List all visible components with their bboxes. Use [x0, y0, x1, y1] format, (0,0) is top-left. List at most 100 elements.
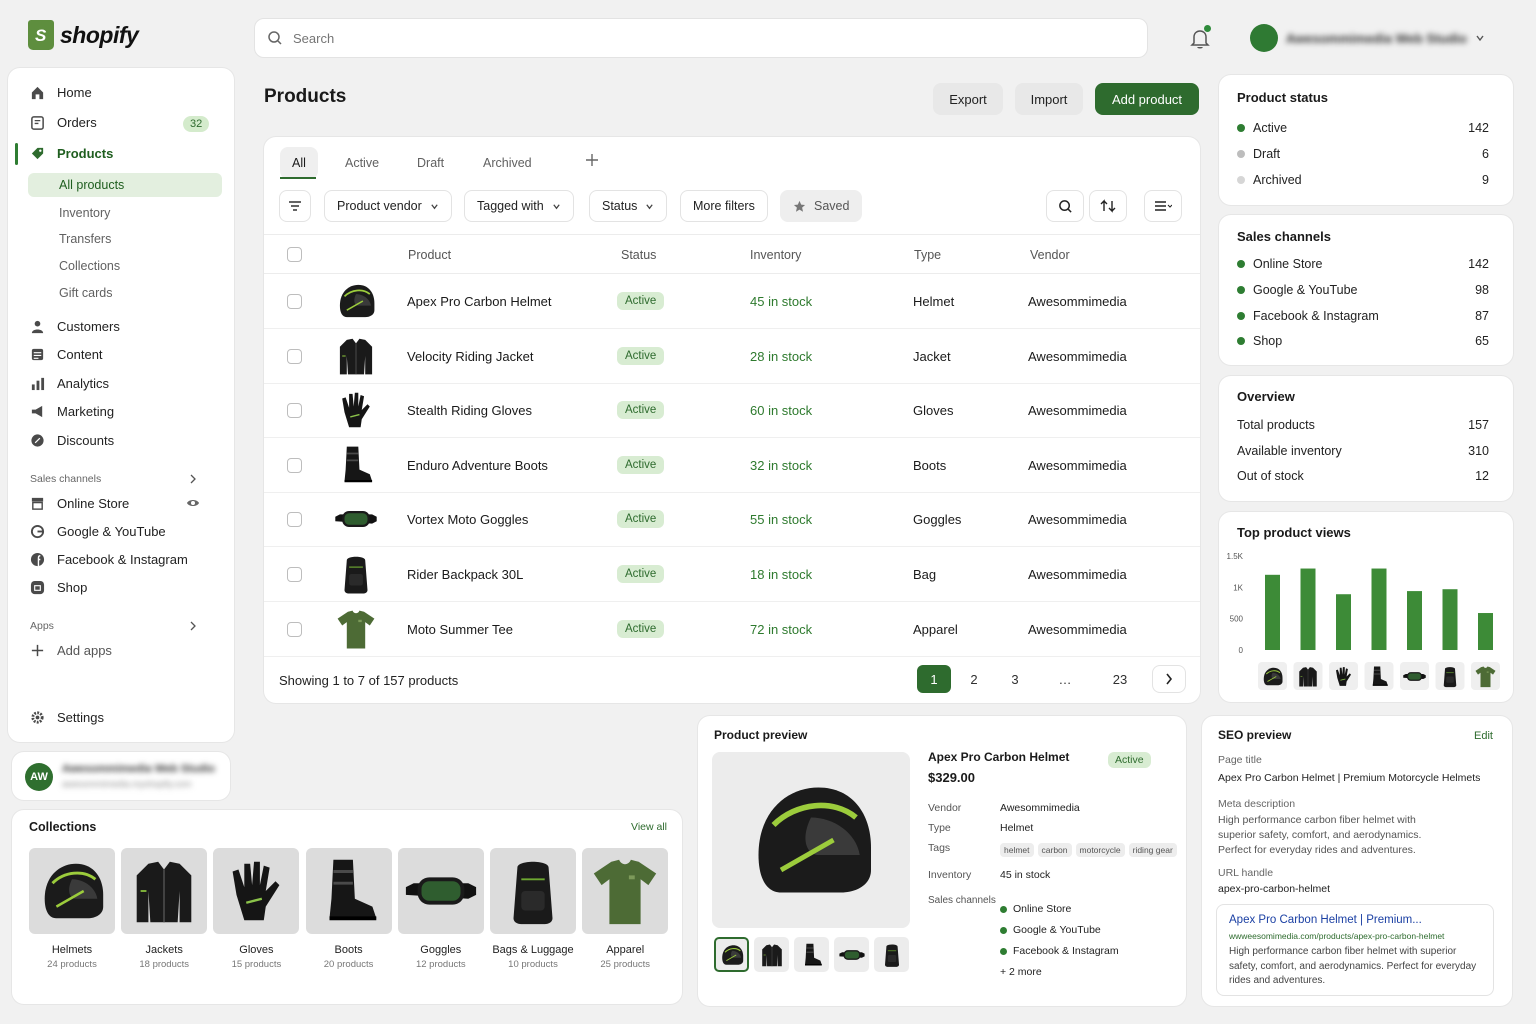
product-name[interactable]: Rider Backpack 30L [407, 567, 523, 582]
product-thumbnail-goggles[interactable] [333, 496, 379, 542]
product-thumbnail-backpack[interactable] [333, 551, 379, 597]
sort-button[interactable] [1089, 190, 1127, 222]
saved-filters-button[interactable]: Saved [780, 190, 863, 222]
next-page-button[interactable] [1152, 665, 1186, 693]
sidebar-subitem-collections[interactable]: Collections [59, 259, 120, 273]
store-selector[interactable]: Awesommimedia Web Studio [1250, 24, 1485, 52]
search-table-button[interactable] [1046, 190, 1084, 222]
tab-draft[interactable]: Draft [417, 147, 444, 179]
preview-thumbnail[interactable] [754, 937, 789, 972]
collection-item[interactable]: Helmets 24 products [29, 848, 115, 970]
product-name[interactable]: Enduro Adventure Boots [407, 458, 548, 473]
table-row[interactable]: Enduro Adventure Boots Active 32 in stock B… [264, 438, 1200, 493]
search-bar[interactable] [254, 18, 1148, 58]
sidebar-item-analytics[interactable]: Analytics [30, 376, 109, 391]
collection-item[interactable]: Bags & Luggage 10 products [490, 848, 576, 970]
preview-thumbnail[interactable] [794, 937, 829, 972]
preview-thumbnail[interactable] [714, 937, 749, 972]
preview-thumbnail[interactable] [834, 937, 869, 972]
product-name[interactable]: Apex Pro Carbon Helmet [407, 294, 552, 309]
chart-bar[interactable] [1371, 568, 1387, 650]
product-name[interactable]: Vortex Moto Goggles [407, 512, 528, 527]
snippet-title[interactable]: Apex Pro Carbon Helmet | Premium... [1229, 914, 1422, 926]
chart-bar[interactable] [1442, 589, 1458, 650]
chart-bar[interactable] [1265, 574, 1280, 650]
row-checkbox[interactable] [287, 403, 302, 419]
tab-active[interactable]: Active [345, 147, 379, 179]
product-thumbnail-gloves[interactable] [333, 387, 379, 433]
status-filter[interactable]: Status [589, 190, 668, 222]
product-name[interactable]: Moto Summer Tee [407, 622, 513, 637]
search-input[interactable] [293, 30, 1093, 46]
sidebar-item-products[interactable]: Products [30, 146, 113, 161]
product-vendor-filter[interactable]: Product vendor [324, 190, 452, 222]
add-product-button[interactable]: Add product [1095, 83, 1199, 115]
tab-all[interactable]: All [280, 147, 318, 179]
user-card[interactable]: AW Awesommimedia Web Studio awesommimedi… [12, 752, 230, 800]
more-filters-button[interactable]: More filters [680, 190, 768, 222]
page-3-button[interactable]: 3 [1001, 665, 1029, 693]
sidebar-subitem-inventory[interactable]: Inventory [59, 206, 110, 220]
preview-thumbnail[interactable] [874, 937, 909, 972]
row-checkbox[interactable] [287, 567, 302, 582]
sidebar-item-content[interactable]: Content [30, 347, 103, 362]
product-thumbnail-jacket[interactable] [333, 333, 379, 379]
sidebar-subitem-all-products[interactable]: All products [59, 178, 124, 192]
product-name[interactable]: Velocity Riding Jacket [407, 349, 533, 364]
eye-icon[interactable] [186, 497, 200, 509]
product-thumbnail-tee[interactable] [333, 606, 379, 652]
filter-button[interactable] [279, 190, 311, 222]
more-channels[interactable]: + 2 more [1000, 962, 1119, 983]
page-2-button[interactable]: 2 [960, 665, 988, 693]
sidebar-item-customers[interactable]: Customers [30, 319, 120, 334]
collection-item[interactable]: Gloves 15 products [213, 848, 300, 970]
table-row[interactable]: Rider Backpack 30L Active 18 in stock Bag Aw… [264, 547, 1200, 602]
column-header-product[interactable]: Product [408, 248, 451, 262]
table-row[interactable]: Apex Pro Carbon Helmet Active 45 in stock H… [264, 274, 1200, 329]
collection-item[interactable]: Goggles 12 products [397, 848, 484, 970]
collection-item[interactable]: Jackets 18 products [121, 848, 208, 970]
tagged-with-filter[interactable]: Tagged with [464, 190, 574, 222]
chevron-right-icon[interactable] [189, 474, 197, 484]
column-header-status[interactable]: Status [621, 248, 656, 262]
add-apps-item[interactable]: Add apps [30, 643, 112, 658]
tab-archived[interactable]: Archived [483, 147, 532, 179]
sidebar-item-online-store[interactable]: Online Store [30, 496, 129, 511]
sidebar-item-discounts[interactable]: Discounts [30, 433, 114, 448]
view-all-link[interactable]: View all [631, 821, 667, 833]
column-header-inventory[interactable]: Inventory [750, 248, 801, 262]
edit-seo-link[interactable]: Edit [1474, 730, 1493, 742]
product-name[interactable]: Stealth Riding Gloves [407, 403, 532, 418]
sidebar-item-facebook-instagram[interactable]: Facebook & Instagram [30, 552, 188, 567]
import-button[interactable]: Import [1015, 83, 1083, 115]
page-23-button[interactable]: 23 [1106, 665, 1134, 693]
chart-bar[interactable] [1478, 613, 1493, 650]
sidebar-item-google-youtube[interactable]: Google & YouTube [30, 524, 166, 539]
table-row[interactable]: Velocity Riding Jacket Active 28 in stock J… [264, 329, 1200, 384]
row-checkbox[interactable] [287, 512, 302, 528]
row-checkbox[interactable] [287, 294, 302, 309]
sidebar-subitem-gift-cards[interactable]: Gift cards [59, 286, 113, 300]
product-thumbnail-helmet[interactable] [333, 278, 379, 324]
sidebar-item-settings[interactable]: Settings [30, 710, 104, 725]
chart-bar[interactable] [1300, 568, 1316, 650]
table-row[interactable]: Stealth Riding Gloves Active 60 in stock Gl… [264, 383, 1200, 439]
table-row[interactable]: Vortex Moto Goggles Active 55 in stock Gogg… [264, 492, 1200, 548]
chevron-right-icon[interactable] [189, 621, 197, 631]
table-row[interactable]: Moto Summer Tee Active 72 in stock Apparel A… [264, 602, 1200, 657]
add-tab-plus-icon[interactable] [585, 153, 599, 167]
sidebar-item-home[interactable]: Home [30, 85, 92, 100]
collection-item[interactable]: Apparel 25 products [582, 848, 669, 970]
sidebar-item-orders[interactable]: Orders [30, 115, 97, 130]
row-checkbox[interactable] [287, 457, 302, 473]
columns-button[interactable] [1144, 190, 1182, 222]
chart-bar[interactable] [1336, 594, 1351, 650]
sidebar-item-shop[interactable]: Shop [30, 580, 87, 595]
row-checkbox[interactable] [287, 621, 302, 637]
preview-main-image[interactable] [712, 752, 910, 928]
export-button[interactable]: Export [933, 83, 1003, 115]
column-header-type[interactable]: Type [914, 248, 941, 262]
chart-bar[interactable] [1407, 591, 1422, 650]
sidebar-item-marketing[interactable]: Marketing [30, 404, 114, 419]
product-thumbnail-boots[interactable] [333, 442, 379, 488]
